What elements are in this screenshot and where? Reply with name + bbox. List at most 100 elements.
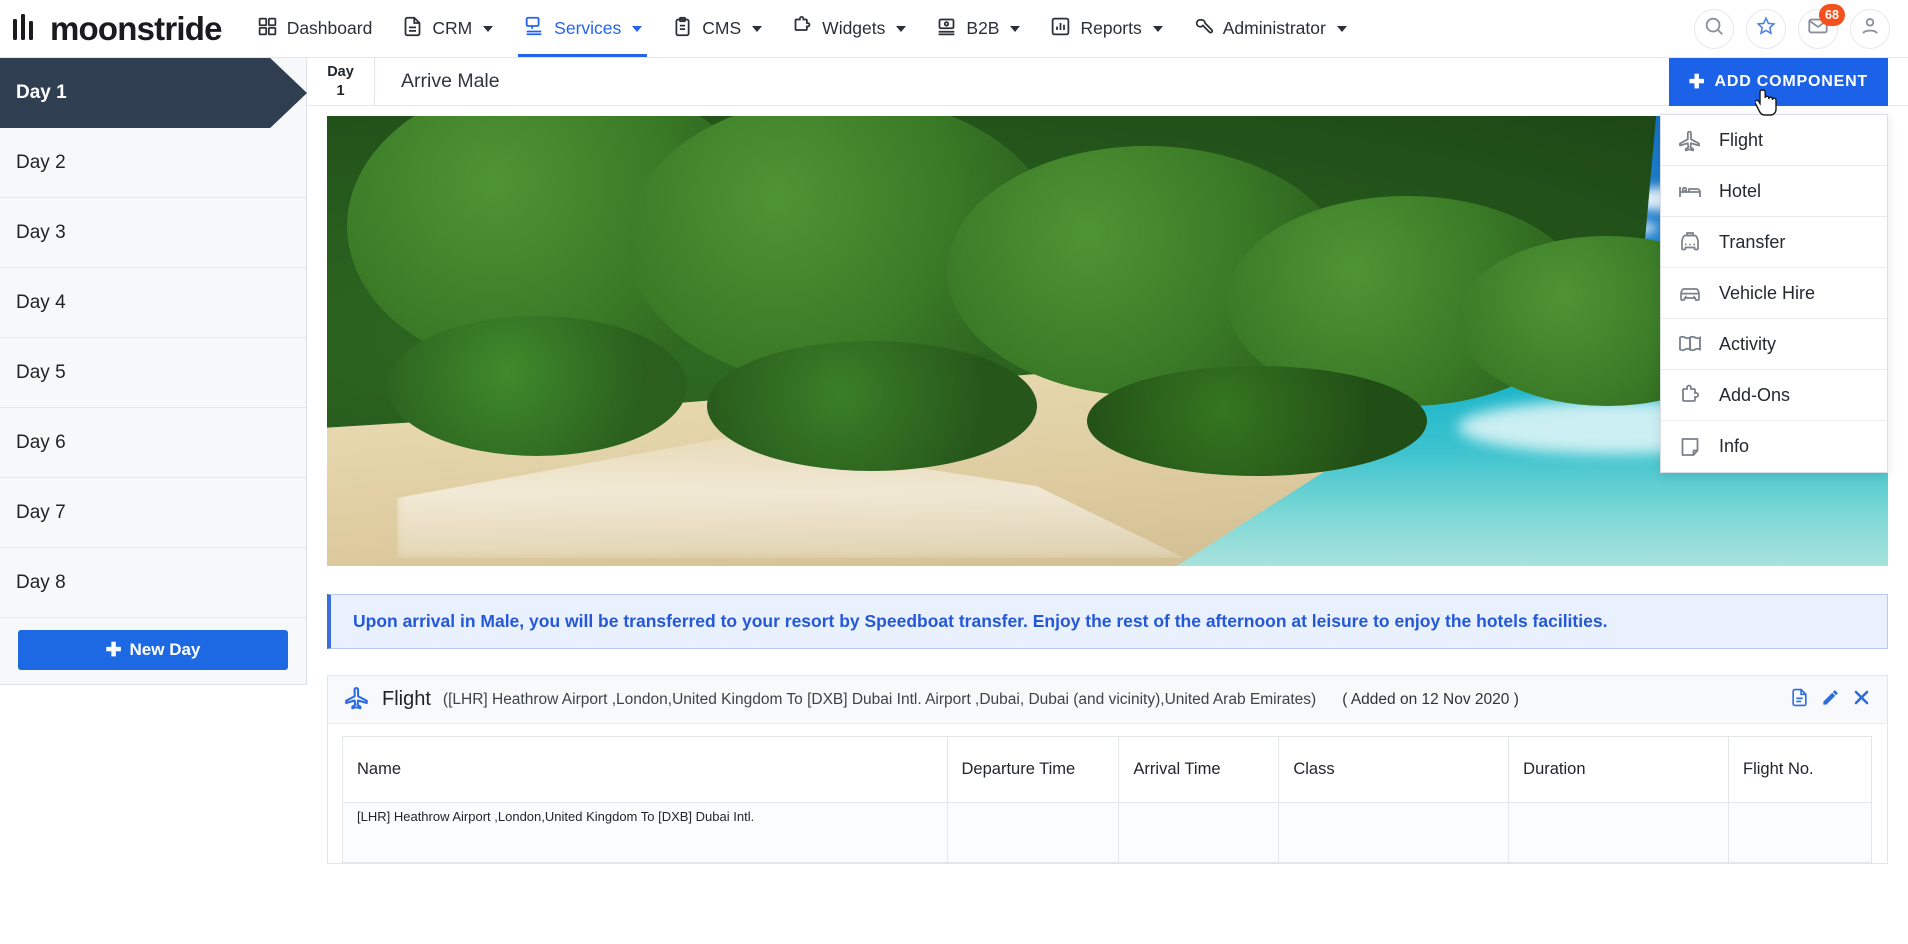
day-label: Day 8 [16, 571, 66, 593]
nav-item-dashboard[interactable]: Dashboard [242, 0, 388, 57]
brand-logo[interactable]: moonstride [0, 9, 242, 48]
day-label: Day 1 [16, 82, 67, 103]
day-label: Day 7 [16, 501, 66, 523]
user-avatar-icon [1859, 15, 1881, 42]
day-item-5[interactable]: Day 5 [0, 338, 306, 408]
nav-item-crm[interactable]: CRM [387, 0, 508, 57]
search-button[interactable] [1694, 8, 1734, 49]
day-label: Day 6 [16, 431, 66, 453]
nav-item-b2b[interactable]: B2B [921, 0, 1035, 57]
day-badge-number: 1 [336, 82, 345, 99]
wrench-icon [1193, 16, 1214, 42]
nav-label: Dashboard [286, 18, 373, 38]
nav-label: Widgets [822, 18, 886, 38]
plane-icon [344, 684, 370, 715]
day-number-badge: Day 1 [307, 58, 375, 105]
day-label: Day 2 [16, 151, 66, 173]
puzzle-icon [1677, 383, 1703, 407]
chevron-down-icon [1010, 25, 1021, 32]
flight-card-header: Flight ([LHR] Heathrow Airport ,London,U… [328, 676, 1887, 724]
nav-item-cms[interactable]: CMS [657, 0, 777, 57]
menu-item-label: Transfer [1719, 231, 1786, 252]
document-icon [402, 16, 423, 42]
menu-item-vehicle-hire[interactable]: Vehicle Hire [1661, 268, 1887, 319]
nav-label: CMS [702, 18, 742, 38]
new-day-container: ✚ New Day [0, 618, 306, 674]
cell-arrival-time [1118, 802, 1280, 863]
menu-item-add-ons[interactable]: Add-Ons [1661, 370, 1887, 421]
day-item-2[interactable]: Day 2 [0, 128, 306, 198]
nav-label: Administrator [1222, 18, 1326, 38]
bar-logo-icon [10, 9, 44, 48]
add-component-dropdown-menu: Flight Hotel Transfer Vehicle Hire Activ… [1660, 114, 1888, 473]
day-item-6[interactable]: Day 6 [0, 408, 306, 478]
nav-item-administrator[interactable]: Administrator [1178, 0, 1362, 57]
column-header-name[interactable]: Name [342, 736, 948, 803]
table-body: [LHR] Heathrow Airport ,London,United Ki… [342, 802, 1872, 863]
nav-item-widgets[interactable]: Widgets [777, 0, 921, 57]
shrub [1087, 366, 1427, 476]
day-item-1[interactable]: Day 1 [0, 58, 307, 128]
book-icon [1677, 332, 1703, 356]
menu-item-label: Add-Ons [1719, 384, 1791, 405]
flight-route-text: ([LHR] Heathrow Airport ,London,United K… [442, 690, 1317, 708]
menu-item-label: Activity [1719, 333, 1777, 354]
menu-item-label: Info [1719, 436, 1750, 456]
chevron-down-icon [483, 25, 494, 32]
add-component-label: ADD COMPONENT [1714, 73, 1868, 90]
menu-item-transfer[interactable]: Transfer [1661, 217, 1887, 268]
flight-details-table: Name Departure Time Arrival Time Class D… [342, 736, 1872, 863]
shrub [387, 316, 687, 456]
day-item-3[interactable]: Day 3 [0, 198, 306, 268]
star-icon [1755, 15, 1777, 42]
note-icon [1677, 435, 1703, 459]
day-description-banner: Upon arrival in Male, you will be transf… [327, 594, 1888, 649]
menu-item-label: Flight [1719, 129, 1764, 150]
menu-item-label: Hotel [1719, 180, 1762, 201]
day-label: Day 4 [16, 291, 66, 313]
nav-label: CRM [432, 18, 473, 38]
delete-close-icon[interactable] [1852, 688, 1871, 712]
grid-icon [257, 16, 278, 42]
chevron-down-icon [896, 25, 907, 32]
column-header-flight-no[interactable]: Flight No. [1728, 736, 1872, 803]
new-day-button[interactable]: ✚ New Day [18, 630, 288, 670]
cell-flight-no [1728, 802, 1872, 863]
puzzle-icon [792, 15, 813, 42]
column-header-departure-time[interactable]: Departure Time [946, 736, 1120, 803]
services-icon [523, 15, 545, 42]
day-item-4[interactable]: Day 4 [0, 268, 306, 338]
menu-item-hotel[interactable]: Hotel [1661, 166, 1887, 217]
chevron-down-icon [1152, 25, 1163, 32]
chevron-down-icon [632, 25, 643, 32]
column-header-arrival-time[interactable]: Arrival Time [1118, 736, 1280, 803]
column-header-duration[interactable]: Duration [1508, 736, 1730, 803]
menu-item-info[interactable]: Info [1661, 421, 1887, 472]
cell-departure-time [946, 802, 1120, 863]
flight-table-container: Name Departure Time Arrival Time Class D… [328, 724, 1887, 863]
clipboard-icon [672, 16, 693, 42]
table-header-row: Name Departure Time Arrival Time Class D… [342, 736, 1872, 803]
days-sidebar: Day 1 Day 2 Day 3 Day 4 Day 5 Day 6 Day … [0, 58, 307, 685]
nav-item-reports[interactable]: Reports [1035, 0, 1177, 57]
car-icon [1677, 281, 1703, 305]
cell-class [1278, 802, 1510, 863]
day-item-7[interactable]: Day 7 [0, 478, 306, 548]
day-label: Day 5 [16, 361, 66, 383]
table-row[interactable]: [LHR] Heathrow Airport ,London,United Ki… [342, 802, 1872, 863]
cell-duration [1508, 802, 1730, 863]
messages-button[interactable]: 68 [1798, 3, 1845, 49]
menu-item-activity[interactable]: Activity [1661, 319, 1887, 370]
column-header-class[interactable]: Class [1278, 736, 1510, 803]
user-profile-button[interactable] [1850, 8, 1890, 49]
day-badge-word: Day [327, 64, 354, 81]
favorites-button[interactable] [1746, 8, 1786, 49]
edit-pencil-icon[interactable] [1821, 688, 1840, 712]
menu-item-label: Vehicle Hire [1719, 282, 1816, 303]
brand-name: moonstride [50, 9, 222, 47]
day-item-8[interactable]: Day 8 [0, 548, 306, 618]
nav-item-services[interactable]: Services [508, 0, 657, 57]
main-nav-items: Dashboard CRM Services CMS Widgets B2B R… [242, 0, 1362, 57]
document-icon[interactable] [1790, 688, 1809, 712]
flight-component-card: Flight ([LHR] Heathrow Airport ,London,U… [327, 675, 1888, 864]
